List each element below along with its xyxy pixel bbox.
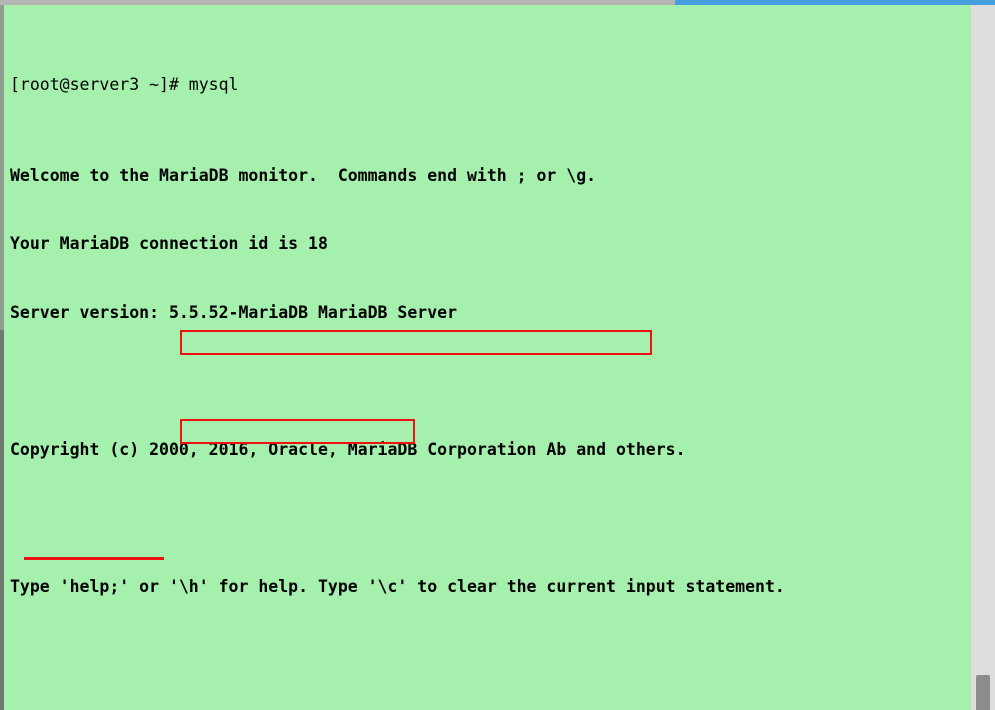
banner-line-welcome: Welcome to the MariaDB monitor. Commands… bbox=[10, 165, 597, 185]
console-output: [root@server3 ~]# mysql Welcome to the M… bbox=[10, 5, 785, 710]
annotation-underline-redhat-row bbox=[24, 557, 164, 560]
terminal-text-area[interactable]: [root@server3 ~]# mysql Welcome to the M… bbox=[4, 5, 971, 710]
banner-line-help: Type 'help;' or '\h' for help. Type '\c'… bbox=[10, 577, 785, 597]
shell-prompt-line: [root@server3 ~]# mysql bbox=[10, 74, 239, 94]
banner-line-version: Server version: 5.5.52-MariaDB MariaDB S… bbox=[10, 302, 458, 322]
spacer-after-banner bbox=[10, 667, 785, 690]
terminal-window: [root@server3 ~]# mysql Welcome to the M… bbox=[0, 0, 995, 710]
banner-blank-1 bbox=[10, 371, 785, 394]
scrollbar-thumb[interactable] bbox=[976, 675, 990, 710]
banner-line-copyright: Copyright (c) 2000, 2016, Oracle, MariaD… bbox=[10, 440, 686, 460]
vertical-scrollbar[interactable] bbox=[971, 5, 995, 710]
banner-blank-2 bbox=[10, 508, 785, 531]
banner-line-conn-id: Your MariaDB connection id is 18 bbox=[10, 234, 328, 254]
